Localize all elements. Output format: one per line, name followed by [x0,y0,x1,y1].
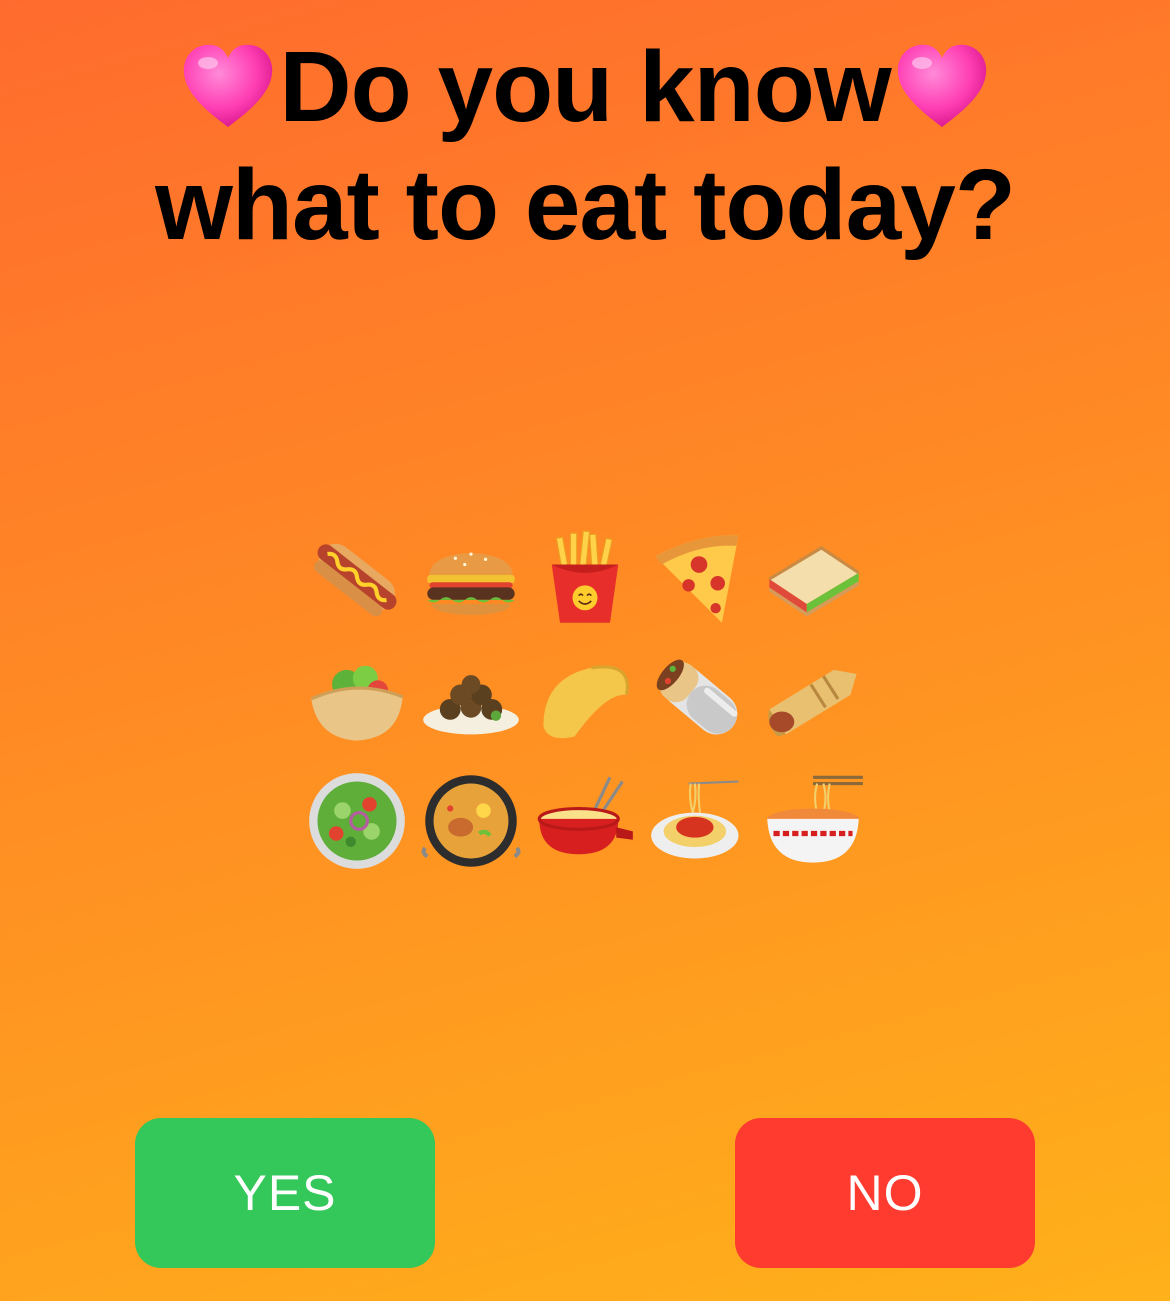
french-fries-cell [528,516,642,638]
burrito-icon [656,659,738,735]
title-line-1: Do you know [279,31,891,143]
hot-dog-cell [300,516,414,638]
french-fries-icon [551,530,619,623]
page-title: Do you know what to eat today? [0,28,1170,264]
hamburger-icon [427,552,515,615]
spaghetti-icon [651,780,739,859]
taco-cell [528,638,642,760]
food-emoji-grid [300,516,870,882]
shallow-pan-of-food-icon [421,775,521,867]
pink-heart-icon [184,44,273,127]
hamburger-cell [414,516,528,638]
steaming-bowl-icon [767,775,863,863]
fondue-icon [537,776,633,855]
pizza-cell [642,516,756,638]
no-button[interactable]: NO [735,1118,1035,1268]
title-line-2: what to eat today? [155,149,1016,261]
stuffed-flatbread-icon [310,665,404,741]
sandwich-cell [756,516,870,638]
green-salad-cell [300,760,414,882]
taco-icon [543,665,629,739]
green-salad-icon [309,773,405,869]
burrito-cell [642,638,756,760]
pink-heart-icon [897,44,986,127]
pizza-icon [655,535,739,623]
tamale-cell [756,638,870,760]
spaghetti-cell [642,760,756,882]
tamale-icon [768,669,857,737]
fondue-cell [528,760,642,882]
falafel-icon [423,675,519,735]
hot-dog-icon [313,543,397,617]
sandwich-icon [768,546,860,617]
shallow-pan-of-food-cell [414,760,528,882]
yes-button[interactable]: YES [135,1118,435,1268]
steaming-bowl-cell [756,760,870,882]
falafel-cell [414,638,528,760]
stuffed-flatbread-cell [300,638,414,760]
